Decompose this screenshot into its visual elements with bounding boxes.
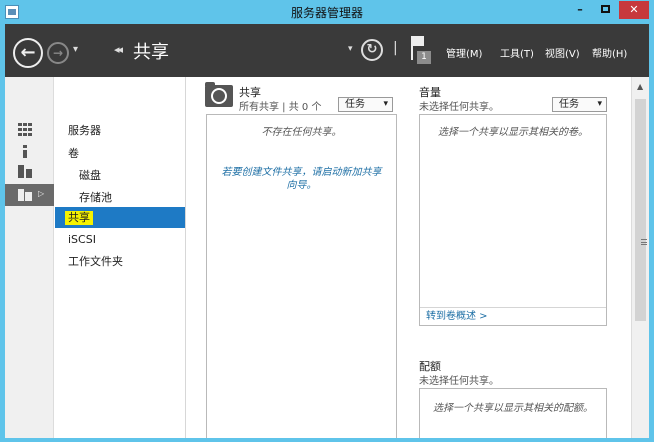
menu-help[interactable]: 帮助(H)	[592, 45, 627, 60]
menu-manage[interactable]: 管理(M)	[446, 45, 482, 60]
window-frame: 服务器管理器 – ✕ ← → ▾ ◂◂ 共享 ▾ ↻ | 1 管理(M) 工具(…	[0, 0, 654, 442]
rail-item-dashboard[interactable]	[5, 119, 54, 141]
maximize-button[interactable]	[593, 1, 617, 19]
history-dropdown-icon[interactable]: ▾	[73, 44, 78, 55]
notifications-flag-button[interactable]: 1	[409, 36, 431, 64]
shares-tasks-label: 任务	[345, 99, 365, 110]
scrollbar-thumb[interactable]	[635, 99, 647, 321]
rail-item-local-server[interactable]	[5, 141, 54, 163]
left-icon-rail: ▷	[5, 77, 54, 438]
volume-panel[interactable]: 选择一个共享以显示其相关的卷。 转到卷概述 >	[419, 114, 607, 326]
shares-list-panel[interactable]: 不存在任何共享。 若要创建文件共享，请启动新加共享 向导。	[206, 114, 397, 438]
tree-item-storage-pools[interactable]: 存储池	[55, 187, 185, 208]
tree-item-servers[interactable]: 服务器	[55, 120, 185, 141]
tree-item-work-folders[interactable]: 工作文件夹	[55, 251, 185, 272]
tree-item-iscsi[interactable]: iSCSI	[55, 229, 185, 250]
close-button[interactable]: ✕	[619, 1, 649, 19]
scroll-up-icon[interactable]: ▲	[637, 82, 643, 91]
rail-item-all-servers[interactable]	[5, 161, 54, 183]
create-share-link[interactable]: 若要创建文件共享，请启动新加共享 向导。	[207, 166, 396, 192]
tree-item-shares[interactable]: 共享	[55, 207, 185, 228]
quota-subtitle: 未选择任何共享。	[419, 376, 499, 387]
breadcrumb: 共享	[133, 42, 169, 63]
go-to-volumes-link[interactable]: 转到卷概述 >	[426, 307, 488, 322]
tree-item-shares-label: 共享	[65, 211, 93, 225]
forward-button[interactable]: →	[47, 42, 69, 64]
quota-panel[interactable]: 选择一个共享以显示其相关的配额。	[419, 388, 607, 438]
breadcrumb-dropdown-icon[interactable]: ▾	[348, 44, 353, 54]
file-storage-icon	[18, 188, 32, 201]
volume-link-bar: 转到卷概述 >	[420, 307, 606, 325]
volume-subtitle: 未选择任何共享。	[419, 102, 499, 113]
create-share-link-line1: 若要创建文件共享，请启动新加共享	[221, 167, 382, 178]
navigation-tree: 服务器 卷 磁盘 存储池 共享 iSCSI 工作文件夹	[55, 77, 185, 438]
header-separator: |	[393, 40, 398, 56]
tree-item-volumes[interactable]: 卷	[55, 143, 185, 164]
volume-tasks-label: 任务	[559, 99, 579, 110]
shares-subtitle: 所有共享 | 共 0 个	[239, 102, 322, 113]
tree-item-disks[interactable]: 磁盘	[55, 165, 185, 186]
menu-view[interactable]: 视图(V)	[545, 45, 580, 60]
notification-count-badge: 1	[417, 51, 431, 64]
client-area: ← → ▾ ◂◂ 共享 ▾ ↻ | 1 管理(M) 工具(T) 视图(V) 帮助…	[5, 24, 649, 438]
refresh-button[interactable]: ↻	[361, 39, 383, 61]
minimize-button[interactable]: –	[568, 1, 592, 19]
rail-item-file-storage[interactable]: ▷	[5, 184, 54, 206]
chevron-down-icon: ▾	[383, 99, 388, 109]
maximize-icon	[600, 5, 610, 13]
menu-tools[interactable]: 工具(T)	[500, 45, 534, 60]
expand-arrow-icon: ▷	[38, 189, 45, 198]
window-title: 服务器管理器	[290, 6, 363, 20]
local-server-icon	[18, 145, 32, 158]
volume-tasks-dropdown[interactable]: 任务 ▾	[552, 97, 607, 112]
volume-empty-message: 选择一个共享以显示其相关的卷。	[438, 127, 588, 138]
shares-empty-message: 不存在任何共享。	[261, 127, 342, 138]
shares-folder-icon	[205, 82, 233, 107]
back-button[interactable]: ←	[13, 38, 43, 68]
all-servers-icon	[18, 165, 32, 178]
quota-empty-message: 选择一个共享以显示其相关的配额。	[433, 403, 593, 414]
create-share-link-line2: 向导。	[286, 180, 317, 191]
vertical-scrollbar[interactable]: ▲	[631, 77, 649, 438]
dashboard-icon	[18, 123, 32, 136]
header-bar: ← → ▾ ◂◂ 共享 ▾ ↻ | 1 管理(M) 工具(T) 视图(V) 帮助…	[5, 24, 649, 77]
title-bar: 服务器管理器 – ✕	[0, 0, 654, 24]
flag-icon	[413, 36, 424, 46]
breadcrumb-arrows-icon: ◂◂	[114, 43, 123, 56]
grip-icon	[641, 239, 647, 245]
pane-divider[interactable]	[185, 77, 186, 438]
shares-tasks-dropdown[interactable]: 任务 ▾	[338, 97, 393, 112]
chevron-down-icon: ▾	[597, 99, 602, 109]
